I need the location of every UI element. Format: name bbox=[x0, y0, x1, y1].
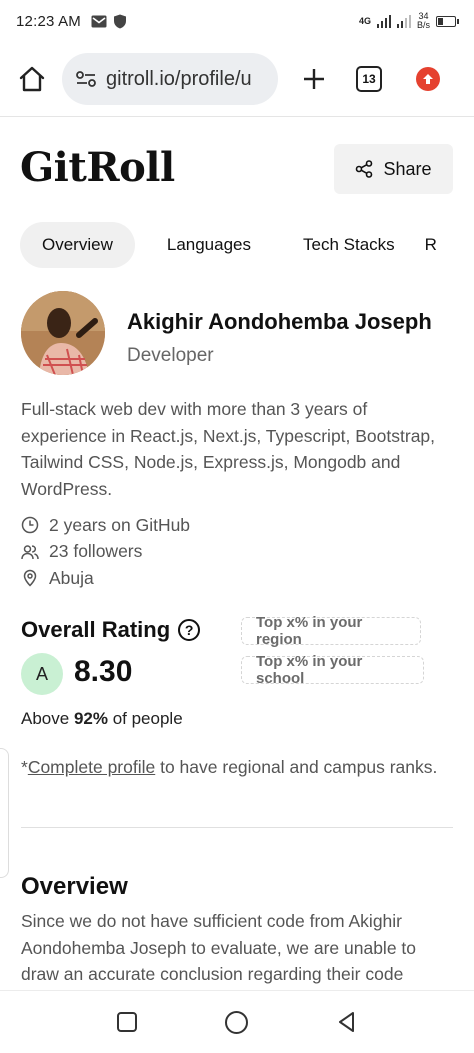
home-icon bbox=[19, 66, 45, 92]
back-icon[interactable] bbox=[336, 1011, 358, 1033]
overview-heading: Overview bbox=[21, 873, 128, 900]
github-age: 2 years on GitHub bbox=[49, 514, 191, 535]
home-nav-button[interactable] bbox=[224, 1010, 248, 1034]
brand-logo[interactable]: GitRoll bbox=[20, 144, 175, 191]
complete-profile-link[interactable]: Complete profile bbox=[28, 757, 155, 777]
arrow-up-icon bbox=[423, 74, 433, 84]
profile-name: Akighir Aondohemba Joseph bbox=[127, 309, 432, 334]
percentile-value: 92% bbox=[73, 709, 108, 728]
rank-region-badge: Top x% in your region bbox=[241, 614, 421, 648]
grade-badge: A bbox=[21, 653, 63, 695]
followers-row: 23 followers bbox=[21, 539, 190, 566]
status-bar: 12:23 AM 4G 34 B/s bbox=[0, 0, 474, 42]
gmail-icon bbox=[91, 15, 107, 27]
new-tab-button[interactable] bbox=[300, 65, 328, 93]
profile-role: Developer bbox=[127, 345, 214, 366]
share-label: Share bbox=[383, 158, 432, 179]
signal-icon-secondary bbox=[396, 14, 411, 28]
percentile-text: Above 92% of people bbox=[21, 709, 183, 728]
home-button[interactable] bbox=[14, 61, 50, 97]
rating-score: 8.30 bbox=[74, 655, 133, 688]
address-bar[interactable]: gitroll.io/profile/u bbox=[62, 53, 278, 105]
section-divider bbox=[21, 827, 453, 828]
location-pin-icon bbox=[23, 569, 37, 587]
location-text: Abuja bbox=[49, 567, 94, 588]
help-icon[interactable]: ? bbox=[178, 619, 201, 641]
url-text: gitroll.io/profile/u bbox=[106, 67, 252, 90]
toolbar-divider bbox=[0, 116, 474, 117]
status-time: 12:23 AM bbox=[16, 12, 81, 30]
recent-apps-button[interactable] bbox=[116, 1012, 137, 1032]
share-icon bbox=[356, 160, 373, 178]
site-settings-icon bbox=[76, 71, 96, 87]
signal-icon bbox=[376, 14, 391, 28]
complete-profile-note: *Complete profile to have regional and c… bbox=[21, 757, 438, 777]
tab-tech-stacks[interactable]: Tech Stacks bbox=[281, 222, 417, 268]
users-icon bbox=[21, 545, 39, 559]
system-nav-bar bbox=[0, 990, 474, 1053]
browser-toolbar: gitroll.io/profile/u 13 bbox=[0, 50, 474, 108]
rating-title: Overall Rating bbox=[21, 617, 171, 642]
plus-icon bbox=[304, 69, 324, 89]
side-panel-handle[interactable] bbox=[0, 748, 9, 878]
tab-overview[interactable]: Overview bbox=[20, 222, 135, 268]
update-button[interactable] bbox=[416, 67, 440, 91]
clock-icon bbox=[21, 517, 39, 534]
followers-count: 23 followers bbox=[49, 541, 143, 562]
github-age-row: 2 years on GitHub bbox=[21, 512, 190, 539]
network-type: 4G bbox=[358, 16, 371, 26]
share-button[interactable]: Share bbox=[334, 144, 453, 194]
overview-text: Since we do not have sufficient code fro… bbox=[21, 911, 417, 984]
profile-tabs: Overview Languages Tech Stacks R bbox=[20, 222, 459, 268]
tab-next-partial[interactable]: R bbox=[417, 222, 459, 268]
overall-rating-heading: Overall Rating ? bbox=[21, 617, 201, 643]
net-speed: 34 B/s bbox=[416, 11, 430, 30]
avatar bbox=[21, 291, 105, 375]
location-row: Abuja bbox=[21, 565, 190, 592]
tab-switcher-button[interactable]: 13 bbox=[356, 66, 382, 92]
profile-bio: Full-stack web dev with more than 3 year… bbox=[21, 399, 436, 499]
notification-icons bbox=[91, 14, 127, 29]
profile-meta: 2 years on GitHub 23 followers Abuja bbox=[21, 512, 190, 592]
avatar-image bbox=[21, 291, 105, 375]
rank-school-badge: Top x% in your school bbox=[241, 653, 424, 687]
battery-icon bbox=[436, 15, 459, 27]
shield-icon bbox=[113, 14, 126, 28]
tab-languages[interactable]: Languages bbox=[145, 222, 273, 268]
